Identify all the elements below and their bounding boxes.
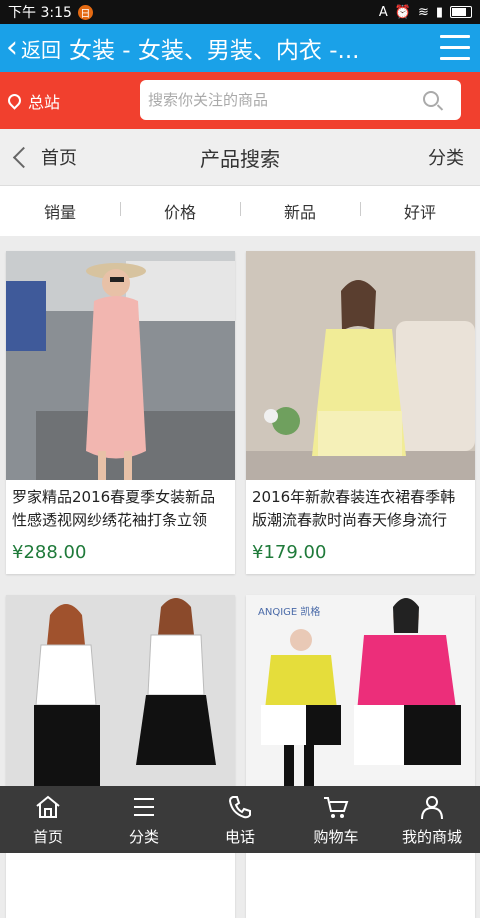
location-pin-icon xyxy=(5,91,24,110)
product-name: 2016年新款春装连衣裙春季韩版潮流春款时尚春天修身流行 xyxy=(252,488,456,529)
tab-label: 分类 xyxy=(128,828,159,846)
tab-category[interactable]: 分类 xyxy=(96,786,192,853)
page-title-header: 女装 - 女装、男装、内衣 -... xyxy=(69,38,360,64)
battery-icon xyxy=(450,6,472,18)
user-icon xyxy=(421,796,443,820)
product-image xyxy=(6,251,235,480)
home-label: 首页 xyxy=(41,148,77,169)
product-card[interactable]: 2016年新款春装连衣裙春季韩版潮流春款时尚春天修身流行 ¥179.00 xyxy=(246,251,475,574)
brand-watermark: ANQIGE 凯格 xyxy=(258,605,320,618)
tab-label: 首页 xyxy=(32,828,63,846)
tab-label: 购物车 xyxy=(313,828,359,846)
product-price: ¥288.00 xyxy=(12,542,87,563)
search-box xyxy=(140,80,461,120)
product-card[interactable] xyxy=(6,595,235,918)
tab-label: 电话 xyxy=(224,828,255,846)
status-bar: 下午 3:15 日 A ⏰ ≋ ▮ xyxy=(0,0,480,24)
signal-icon: ▮ xyxy=(435,4,443,20)
search-input[interactable] xyxy=(140,90,420,110)
search-icon[interactable] xyxy=(423,91,439,107)
sort-sales[interactable]: 销量 xyxy=(0,199,120,223)
home-icon xyxy=(36,795,60,818)
status-icons: A ⏰ ≋ ▮ xyxy=(379,5,472,20)
back-label: 返回 xyxy=(21,37,61,62)
back-button[interactable]: ‹ 返回 xyxy=(0,33,61,63)
tab-my-store[interactable]: 我的商城 xyxy=(384,786,480,853)
product-price: ¥179.00 xyxy=(252,542,327,563)
menu-icon[interactable] xyxy=(440,35,470,61)
category-button[interactable]: 分类 xyxy=(428,144,464,170)
list-icon xyxy=(134,798,154,816)
chevron-left-icon: ‹ xyxy=(6,30,18,65)
wifi-icon: ≋ xyxy=(417,4,429,20)
location-selector[interactable]: 总站 xyxy=(5,89,140,113)
product-image xyxy=(246,251,475,480)
product-name: 罗家精品2016春夏季女装新品性感透视网纱绣花袖打条立领 xyxy=(12,488,216,529)
tab-home[interactable]: 首页 xyxy=(0,786,96,853)
font-icon: A xyxy=(378,4,388,20)
sort-bar: 销量 价格 新品 好评 xyxy=(0,186,480,236)
location-label: 总站 xyxy=(28,92,61,112)
bottom-tab-bar: 首页 分类 电话 购物车 我的商城 xyxy=(0,786,480,853)
cart-icon xyxy=(324,797,349,818)
sort-rating[interactable]: 好评 xyxy=(360,199,480,223)
title-bar: ‹ 返回 女装 - 女装、男装、内衣 -... xyxy=(0,24,480,72)
phone-icon xyxy=(228,796,251,819)
page-header: 首页 产品搜索 分类 xyxy=(0,129,480,186)
alarm-icon: ⏰ xyxy=(394,4,411,20)
status-time: 下午 3:15 xyxy=(8,5,72,21)
sort-price[interactable]: 价格 xyxy=(120,199,240,223)
chevron-left-icon xyxy=(12,146,35,168)
search-bar: 总站 xyxy=(0,72,480,129)
product-card[interactable]: ANQIGE 凯格 xyxy=(246,595,475,918)
notification-badge: 日 xyxy=(77,4,93,20)
tab-phone[interactable]: 电话 xyxy=(192,786,288,853)
product-card[interactable]: 罗家精品2016春夏季女装新品性感透视网纱绣花袖打条立领 ¥288.00 xyxy=(6,251,235,574)
sort-new[interactable]: 新品 xyxy=(240,199,360,223)
tab-cart[interactable]: 购物车 xyxy=(288,786,384,853)
home-link[interactable]: 首页 xyxy=(10,144,77,170)
tab-label: 我的商城 xyxy=(401,828,462,846)
